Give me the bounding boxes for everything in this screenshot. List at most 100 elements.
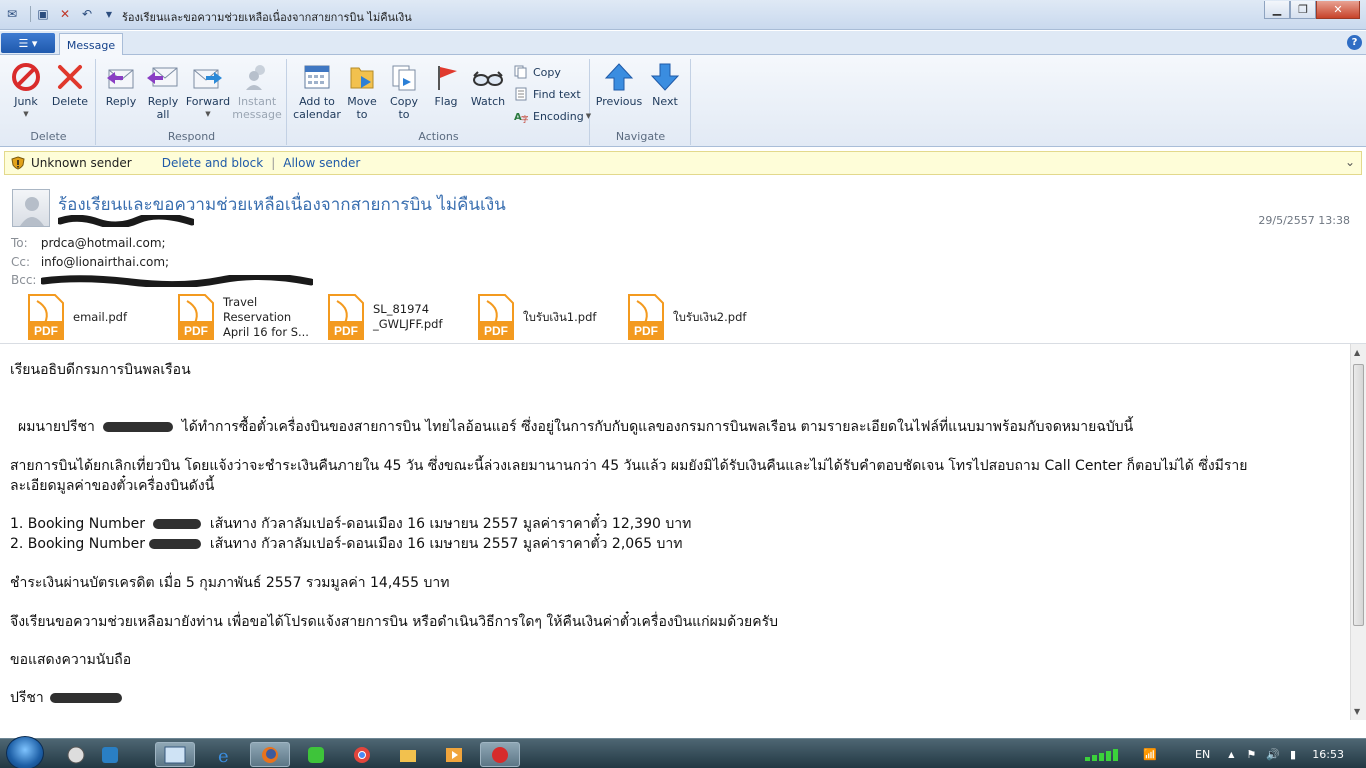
add-to-calendar-button[interactable]: Add to calendar — [292, 61, 342, 121]
save-icon[interactable]: ▣ — [35, 6, 51, 22]
group-navigate: Previous Next Navigate — [591, 59, 691, 145]
group-label-delete: Delete — [30, 130, 67, 143]
instant-message-button[interactable]: Instant message — [232, 61, 282, 121]
copy-button[interactable]: Copy — [514, 65, 561, 79]
infobar-message: Unknown sender — [31, 156, 132, 170]
tab-message[interactable]: Message — [59, 33, 123, 56]
vertical-scrollbar[interactable]: ▲ ▼ — [1350, 344, 1366, 720]
svg-text:PDF: PDF — [34, 324, 58, 338]
svg-text:PDF: PDF — [484, 324, 508, 338]
taskbar-media[interactable] — [434, 742, 474, 767]
sender-avatar — [12, 189, 50, 227]
app-menu-button[interactable]: ☰ ▾ — [1, 33, 55, 53]
chevron-down-icon[interactable]: ⌄ — [1345, 155, 1355, 169]
instant-message-label-2: message — [232, 108, 282, 121]
move-label-2: to — [356, 108, 368, 121]
close-button[interactable]: ✕ — [1316, 1, 1360, 19]
ribbon: Junk ▼ Delete Delete Reply Reply all For… — [0, 55, 1366, 147]
network-signal-meter-icon[interactable] — [1083, 746, 1127, 762]
show-hidden-icons-icon[interactable]: ▲ — [1228, 750, 1234, 759]
cc-row: Cc: info@lionairthai.com; — [11, 255, 169, 269]
taskbar-chrome[interactable] — [342, 742, 382, 767]
calendar-label-2: calendar — [293, 108, 341, 121]
taskbar-app-icon[interactable] — [90, 742, 130, 767]
attachment-item[interactable]: PDF SL_81974 _GWLJFF.pdf — [327, 292, 443, 342]
wireless-icon[interactable]: 📶 — [1143, 748, 1157, 761]
attachment-item[interactable]: PDF Travel Reservation April 16 for S... — [177, 292, 309, 342]
booking-1-detail: เส้นทาง กัวลาลัมเปอร์-ดอนเมือง 16 เมษายน… — [209, 516, 692, 532]
copy-to-icon — [388, 61, 420, 93]
allow-sender-link[interactable]: Allow sender — [283, 156, 360, 170]
minimize-button[interactable]: ▁ — [1264, 1, 1290, 19]
reply-icon[interactable]: ↶ — [79, 6, 95, 22]
attachment-item[interactable]: PDF email.pdf — [27, 292, 127, 342]
payment-line: ชำระเงินผ่านบัตรเครดิต เมื่อ 5 กุมภาพันธ… — [10, 575, 450, 591]
junk-button[interactable]: Junk ▼ — [4, 61, 48, 121]
taskbar-app-active[interactable] — [480, 742, 520, 767]
volume-icon[interactable]: 🔊 — [1266, 748, 1280, 761]
taskbar-explorer[interactable] — [388, 742, 428, 767]
scroll-down-arrow-icon[interactable]: ▼ — [1354, 707, 1360, 716]
attachment-name: SL_81974 — [373, 302, 430, 316]
calendar-label-1: Add to — [299, 95, 335, 108]
pdf-file-icon: PDF — [28, 294, 64, 340]
start-button[interactable] — [6, 736, 44, 768]
delete-x-icon[interactable]: ✕ — [57, 6, 73, 22]
help-button[interactable]: ? — [1347, 35, 1362, 50]
paragraph-2-line-1: สายการบินได้ยกเลิกเที่ยวบิน โดยแจ้งว่าจะ… — [10, 458, 1248, 474]
redacted-booking-number — [149, 539, 202, 549]
taskbar-line[interactable] — [296, 742, 336, 767]
delete-button[interactable]: Delete — [48, 61, 92, 108]
group-respond: Reply Reply all Forward ▼ Instant messag… — [97, 59, 287, 145]
watch-button[interactable]: Watch — [466, 61, 510, 108]
find-text-button[interactable]: Find text — [514, 87, 581, 101]
delete-and-block-link[interactable]: Delete and block — [162, 156, 263, 170]
copy-to-button[interactable]: Copy to — [382, 61, 426, 121]
reply-label: Reply — [105, 95, 137, 108]
shield-warning-icon — [11, 156, 25, 170]
language-indicator[interactable]: EN — [1195, 748, 1210, 761]
closing-line: ขอแสดงความนับถือ — [10, 652, 132, 668]
move-to-folder-icon — [346, 61, 378, 93]
media-player-icon — [446, 747, 462, 762]
maximize-button[interactable]: ❐ — [1290, 1, 1316, 19]
arrow-up-icon — [603, 61, 635, 93]
attachment-item[interactable]: PDF ใบรับเงิน2.pdf — [627, 292, 746, 342]
network-bars-icon[interactable]: ▮ — [1290, 748, 1296, 761]
instant-message-label-1: Instant — [237, 95, 277, 108]
attachment-item[interactable]: PDF ใบรับเงิน1.pdf — [477, 292, 596, 342]
redacted-surname — [103, 422, 174, 432]
encoding-button[interactable]: A字 Encoding ▼ — [514, 109, 591, 124]
move-label-1: Move — [347, 95, 377, 108]
action-center-flag-icon[interactable]: ⚑ — [1246, 748, 1256, 761]
previous-button[interactable]: Previous — [595, 61, 643, 108]
reply-all-button[interactable]: Reply all — [141, 61, 185, 121]
quick-access-toolbar: ✉ ▣ ✕ ↶ ▼ — [4, 6, 123, 22]
scroll-up-arrow-icon[interactable]: ▲ — [1354, 348, 1360, 357]
chevron-down-icon[interactable]: ▼ — [101, 6, 117, 22]
group-label-respond: Respond — [167, 130, 216, 143]
taskbar-ie[interactable]: e — [205, 742, 245, 767]
scroll-thumb[interactable] — [1353, 364, 1364, 626]
booking-item-2: 2. Booking Number เส้นทาง กัวลาลัมเปอร์-… — [10, 534, 682, 554]
taskbar-clock[interactable]: 16:53 — [1312, 748, 1344, 761]
taskbar-mail-app[interactable] — [155, 742, 195, 767]
move-to-button[interactable]: Move to — [340, 61, 384, 121]
arrow-down-icon — [649, 61, 681, 93]
flag-button[interactable]: Flag — [424, 61, 468, 108]
reply-button[interactable]: Reply — [99, 61, 143, 108]
forward-button[interactable]: Forward ▼ — [186, 61, 230, 121]
booking-2-detail: เส้นทาง กัวลาลัมเปอร์-ดอนเมือง 16 เมษายน… — [209, 536, 683, 552]
reply-all-label-1: Reply — [147, 95, 179, 108]
next-button[interactable]: Next — [643, 61, 687, 108]
cc-recipient[interactable]: info@lionairthai.com; — [41, 255, 169, 269]
to-recipient[interactable]: prdca@hotmail.com; — [41, 236, 166, 250]
menu-icon: ☰ ▾ — [18, 36, 38, 50]
attachment-name: April 16 for S... — [223, 324, 309, 339]
attachment-name: _GWLJFF.pdf — [373, 317, 443, 331]
reply-all-icon — [147, 61, 179, 93]
p1-end: ได้ทำการซื้อตั๋วเครื่องบินของสายการบิน ไ… — [181, 419, 1134, 435]
to-label: To: — [11, 236, 28, 250]
window-controls: ▁ ❐ ✕ — [1264, 1, 1360, 19]
taskbar-firefox[interactable] — [250, 742, 290, 767]
